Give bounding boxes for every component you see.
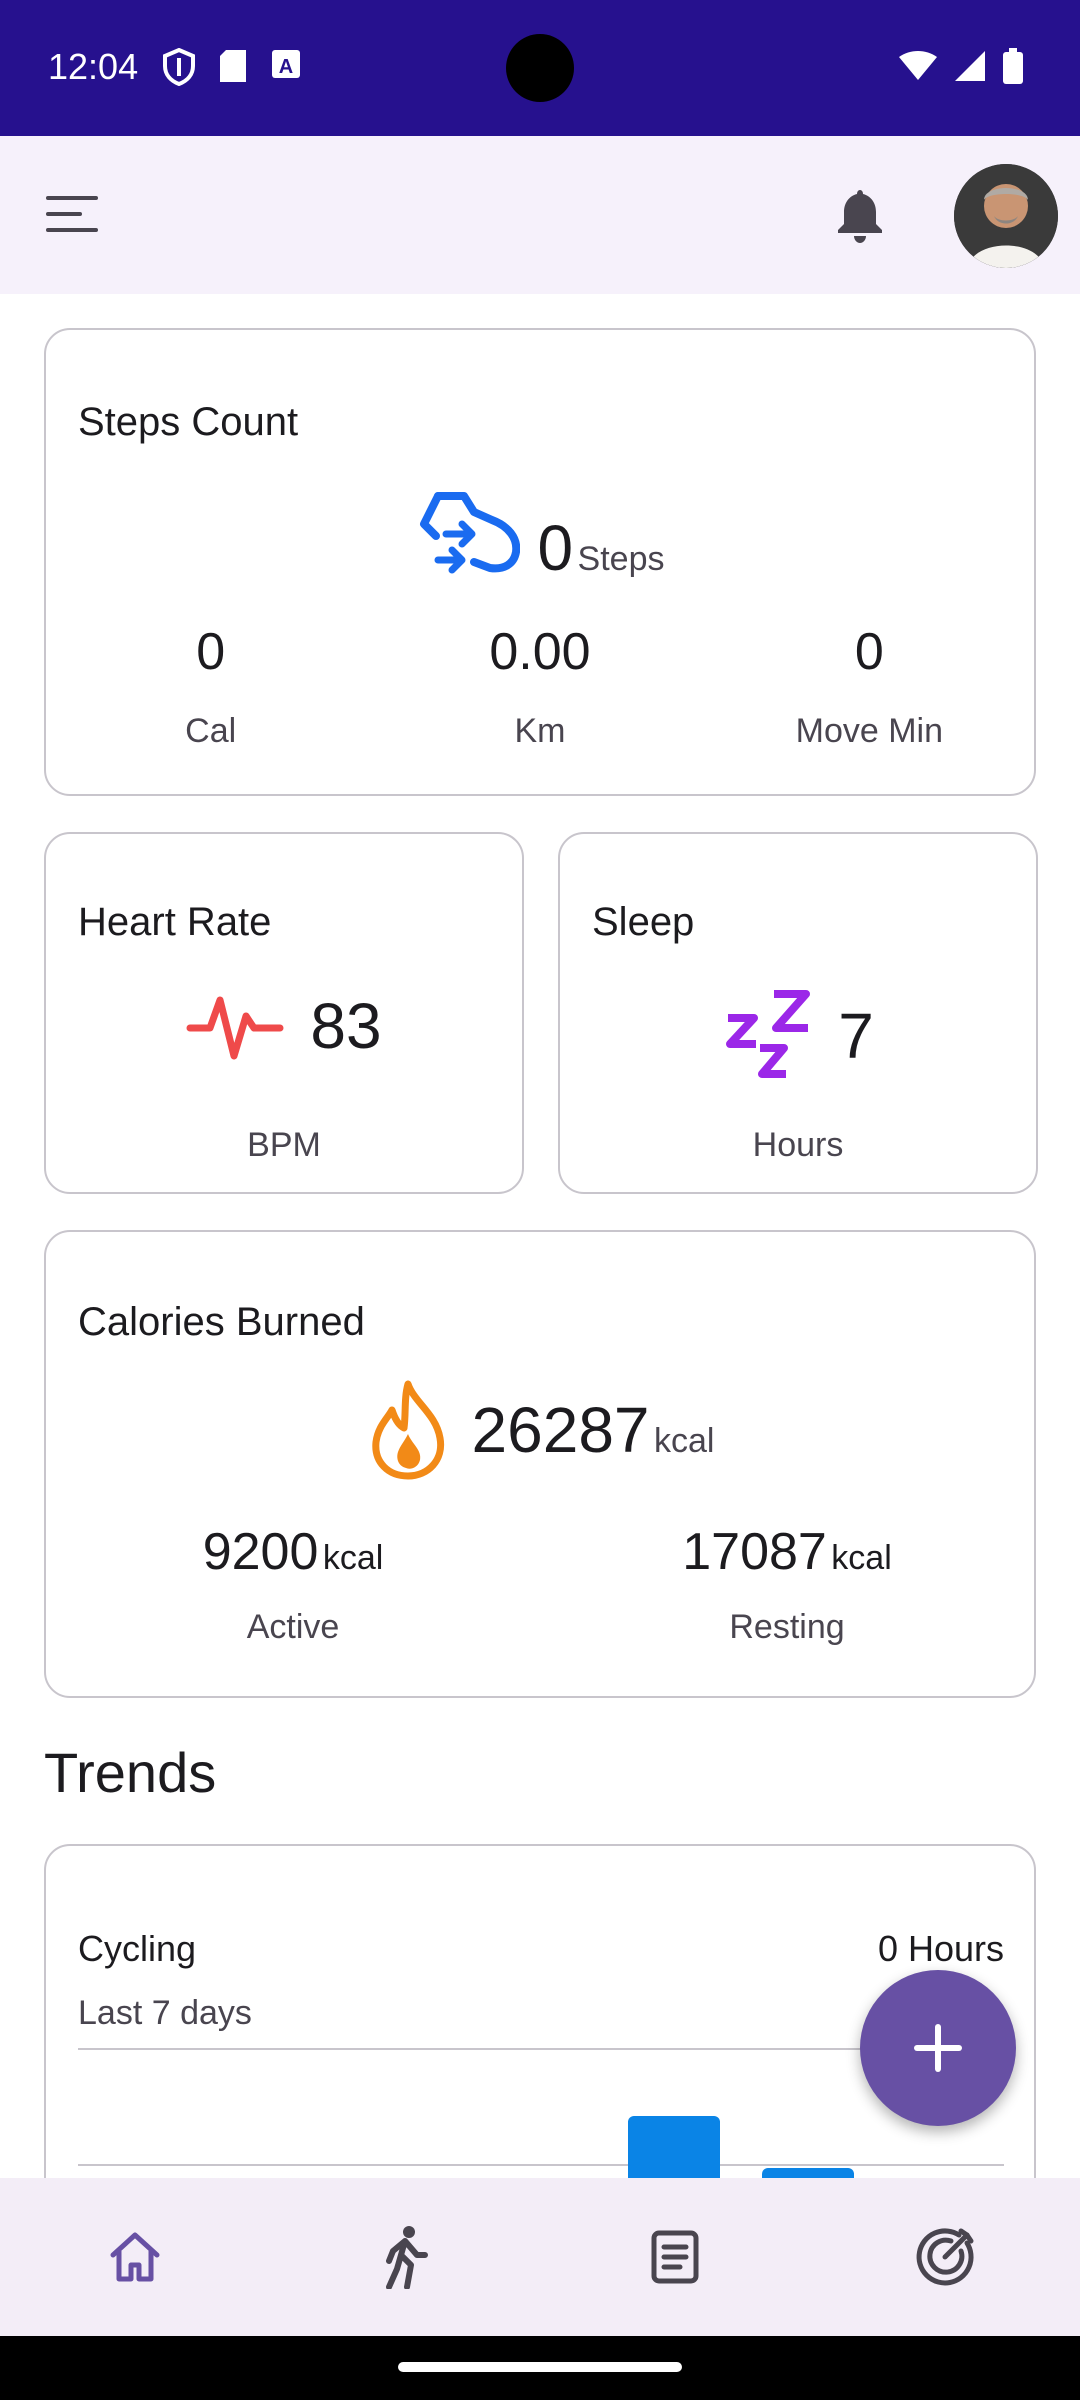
heart-rate-unit: BPM: [247, 1126, 321, 1164]
nav-home[interactable]: [0, 2178, 270, 2336]
svg-text:A: A: [279, 56, 293, 78]
metric-value: 0: [854, 623, 884, 681]
menu-icon[interactable]: [44, 194, 100, 234]
system-icons: [898, 48, 1024, 84]
steps-summary: 0 Steps: [46, 490, 1034, 580]
chart-bar: [762, 2168, 854, 2178]
notification-icons: A: [162, 48, 302, 86]
fire-icon: [372, 1380, 444, 1480]
gesture-navigation-bar: [0, 2336, 1080, 2400]
sd-card-icon: [220, 50, 246, 82]
sleep-zzz-icon: [726, 990, 811, 1078]
walk-icon: [386, 2226, 428, 2289]
card-title: Calories Burned: [78, 1300, 365, 1344]
nav-log[interactable]: [540, 2178, 810, 2336]
heartbeat-icon: [186, 996, 284, 1060]
calories-summary: 26287 kcal: [46, 1380, 1034, 1480]
active-calories-value: 9200: [202, 1523, 319, 1581]
calories-total-value: 26287: [471, 1394, 650, 1466]
metric-value: 0.00: [489, 623, 591, 681]
steps-card[interactable]: Steps Count 0 Steps 0 Cal 0.00 Km 0 Move…: [44, 328, 1036, 796]
bottom-navigation: [0, 2178, 1080, 2336]
calories-value-group: 26287 kcal: [472, 1398, 715, 1462]
metric-distance: 0.00 Km: [375, 622, 704, 751]
resting-calories: 17087 kcal Resting: [540, 1522, 1034, 1647]
dashboard-content[interactable]: Steps Count 0 Steps 0 Cal 0.00 Km 0 Move…: [0, 294, 1080, 2178]
sleep-summary: 7: [560, 986, 1036, 1086]
calories-total-unit: kcal: [653, 1422, 715, 1460]
steps-metrics-row: 0 Cal 0.00 Km 0 Move Min: [46, 622, 1034, 751]
chart-bar: [628, 2116, 720, 2178]
resting-calories-value: 17087: [682, 1523, 827, 1581]
trend-value: 0 Hours: [877, 1928, 1004, 1969]
signal-icon: [955, 51, 985, 81]
home-icon: [110, 2232, 160, 2282]
metric-label: Move Min: [795, 712, 943, 750]
active-calories-label: Active: [246, 1608, 340, 1646]
trend-title: Cycling: [78, 1928, 197, 1969]
heart-rate-card[interactable]: Heart Rate 83 BPM: [44, 832, 524, 1194]
add-fab-button[interactable]: [860, 1970, 1016, 2126]
bell-icon[interactable]: [832, 186, 888, 244]
home-gesture-handle[interactable]: [398, 2362, 682, 2372]
steps-value-group: 0 Steps: [538, 516, 665, 580]
sleep-card[interactable]: Sleep 7 Hours: [558, 832, 1038, 1194]
top-app-bar: [0, 136, 1080, 294]
metric-label: Cal: [185, 712, 237, 750]
nav-goals[interactable]: [810, 2178, 1080, 2336]
resting-calories-unit: kcal: [831, 1539, 892, 1577]
active-calories-unit: kcal: [322, 1539, 384, 1577]
nav-activity[interactable]: [270, 2178, 540, 2336]
steps-unit: Steps: [577, 540, 665, 578]
metric-calories: 0 Cal: [46, 622, 375, 751]
calories-card[interactable]: Calories Burned 26287 kcal 9200 kcal Act…: [44, 1230, 1036, 1698]
metric-move-min: 0 Move Min: [705, 622, 1034, 751]
resting-calories-label: Resting: [729, 1608, 845, 1646]
card-title: Steps Count: [78, 400, 299, 444]
chart-gridline: [78, 2164, 1004, 2166]
active-calories: 9200 kcal Active: [46, 1522, 540, 1647]
goal-icon: [916, 2228, 974, 2286]
status-time: 12:04: [48, 46, 139, 87]
steps-value: 0: [537, 512, 574, 584]
plus-icon: [914, 2024, 962, 2072]
heart-rate-value: 83: [310, 990, 382, 1062]
metric-label: Km: [514, 712, 566, 750]
card-title: Sleep: [592, 900, 695, 944]
card-title: Heart Rate: [78, 900, 272, 944]
trend-period: Last 7 days: [78, 1994, 252, 2032]
shield-icon: [163, 48, 195, 86]
list-icon: [651, 2230, 699, 2284]
battery-icon: [1003, 48, 1023, 84]
camera-cutout: [506, 34, 574, 102]
section-title-trends: Trends: [44, 1741, 217, 1804]
sleep-unit: Hours: [752, 1126, 844, 1164]
shoe-icon: [419, 492, 520, 574]
avatar[interactable]: [954, 164, 1058, 268]
metric-value: 0: [196, 623, 226, 681]
wifi-icon: [899, 51, 937, 80]
status-bar: 12:04 A: [0, 0, 1080, 136]
heart-rate-summary: 83: [46, 986, 522, 1066]
sleep-value: 7: [838, 1000, 874, 1072]
a-font-icon: A: [272, 50, 300, 78]
